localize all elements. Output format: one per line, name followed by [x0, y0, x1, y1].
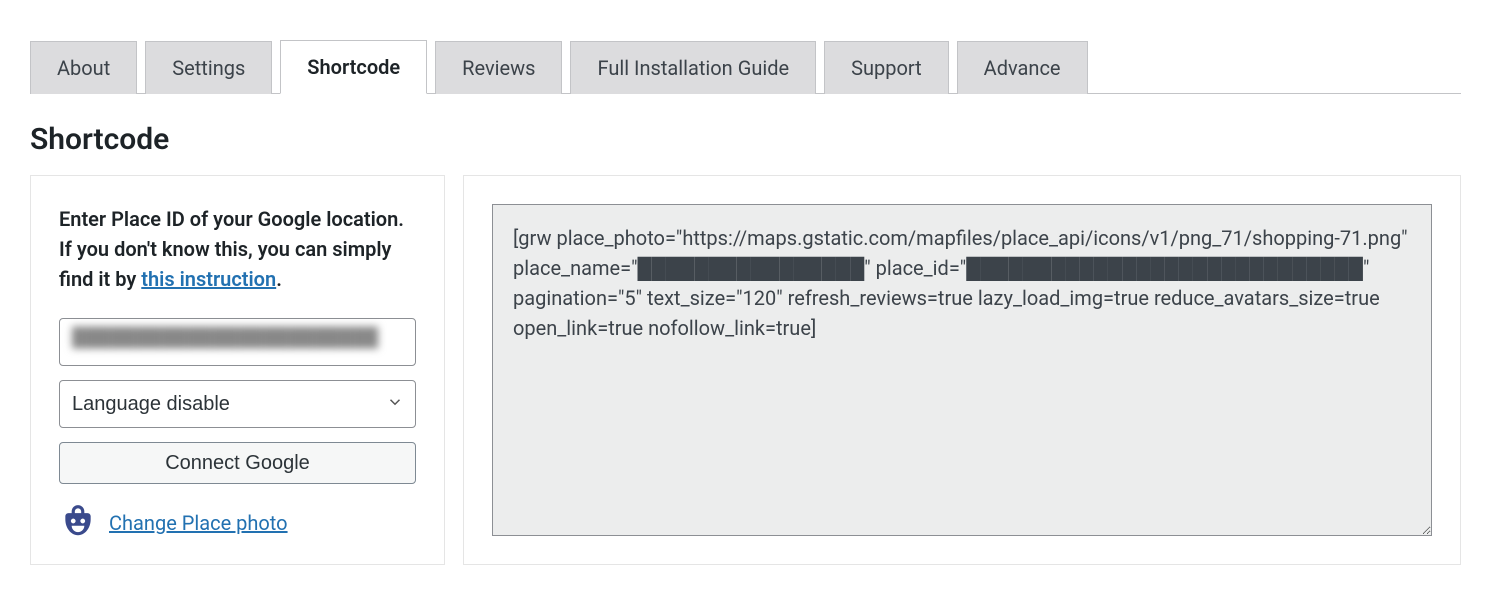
- shopping-bag-icon: [59, 502, 97, 544]
- tab-support[interactable]: Support: [824, 41, 949, 94]
- language-select-wrapper: Language disable: [59, 380, 416, 428]
- tab-shortcode[interactable]: Shortcode: [280, 40, 427, 94]
- change-place-photo-link[interactable]: Change Place photo: [109, 511, 288, 535]
- tab-guide[interactable]: Full Installation Guide: [570, 41, 816, 94]
- tab-settings[interactable]: Settings: [145, 41, 272, 94]
- tab-about[interactable]: About: [30, 41, 137, 94]
- settings-panel: Enter Place ID of your Google location. …: [30, 175, 445, 565]
- shortcode-output[interactable]: [492, 204, 1432, 536]
- tab-bar: About Settings Shortcode Reviews Full In…: [30, 40, 1461, 94]
- page-title: Shortcode: [30, 122, 1461, 157]
- instruction-text: Enter Place ID of your Google location. …: [59, 204, 416, 294]
- place-id-value: ████████████████████████: [72, 327, 378, 348]
- language-select[interactable]: Language disable: [59, 380, 416, 428]
- tab-advance[interactable]: Advance: [957, 41, 1088, 94]
- change-photo-row: Change Place photo: [59, 502, 288, 544]
- connect-google-button[interactable]: Connect Google: [59, 442, 416, 484]
- place-id-input[interactable]: ████████████████████████: [59, 318, 416, 366]
- tab-reviews[interactable]: Reviews: [435, 41, 562, 94]
- shortcode-panel: [463, 175, 1461, 565]
- instruction-link[interactable]: this instruction: [141, 267, 276, 291]
- instruction-suffix: .: [276, 267, 282, 291]
